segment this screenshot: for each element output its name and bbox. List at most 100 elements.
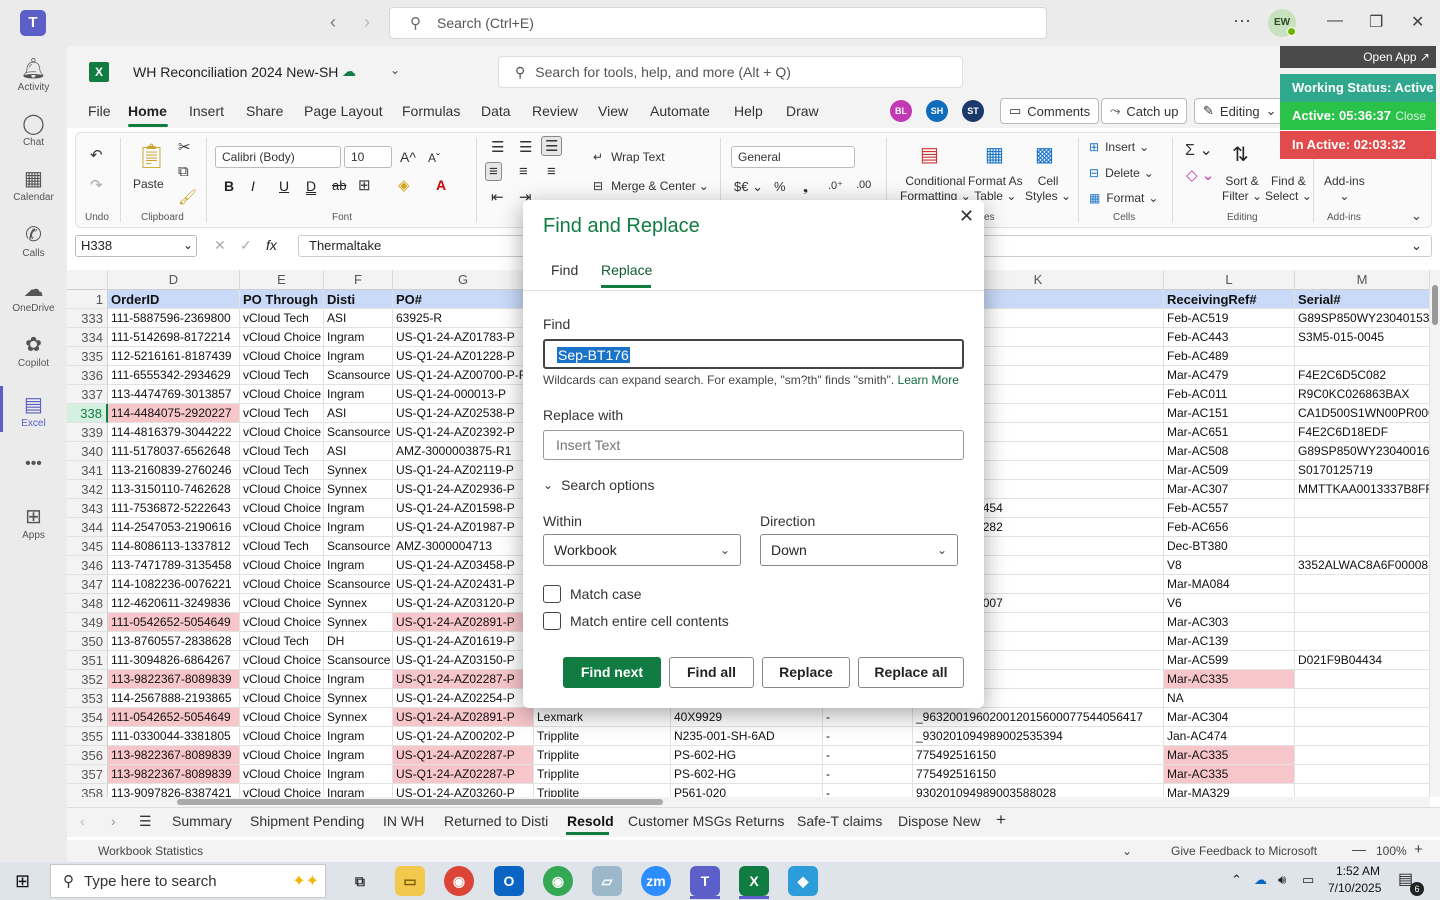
cell-g[interactable]: US-Q1-24-AZ01987-P — [393, 518, 534, 537]
sheet-tab-returned-to-disti[interactable]: Returned to Disti — [444, 813, 548, 829]
tab-formulas[interactable]: Formulas — [402, 103, 460, 119]
column-header[interactable]: M — [1295, 270, 1430, 290]
tab-insert[interactable]: Insert — [189, 103, 224, 119]
row-number[interactable]: 339 — [67, 423, 108, 442]
cell-m[interactable]: F4E2C6D5C082 — [1295, 366, 1430, 385]
cell-f[interactable]: Ingram — [324, 385, 393, 404]
sort-filter-icon[interactable]: ⇅ — [1232, 142, 1249, 167]
cell-k[interactable]: _930201094989002535394 — [913, 727, 1164, 746]
column-header[interactable]: F — [324, 270, 393, 290]
find-select-button[interactable]: Find & Select ⌄ — [1265, 174, 1312, 204]
search-options-toggle[interactable]: ⌄ Search options — [543, 477, 654, 493]
format-as-table-icon[interactable]: ▦ — [985, 142, 1004, 167]
cell-m[interactable] — [1295, 537, 1430, 556]
cell-l[interactable]: Feb-AC443 — [1164, 328, 1295, 347]
row-number[interactable]: 353 — [67, 689, 108, 708]
cell-e[interactable]: vCloud Choice — [240, 499, 324, 518]
cell-d[interactable]: 112-4620611-3249836 — [108, 594, 240, 613]
column-header[interactable]: L — [1164, 270, 1295, 290]
cell-f[interactable]: Synnex — [324, 689, 393, 708]
rail-item-apps[interactable]: ⊞ Apps — [0, 504, 67, 541]
cell-m[interactable] — [1295, 689, 1430, 708]
cell-g[interactable]: US-Q1-24-AZ02891-P — [393, 613, 534, 632]
cell-e[interactable]: vCloud Choice — [240, 518, 324, 537]
rail-item-activity[interactable]: 🔔︎ Activity — [0, 56, 67, 93]
column-header[interactable]: E — [240, 270, 324, 290]
cell-f[interactable]: ASI — [324, 404, 393, 423]
cell-m[interactable] — [1295, 670, 1430, 689]
zoom-level[interactable]: 100% — [1376, 844, 1407, 858]
back-arrow-icon[interactable]: ‹ — [330, 12, 336, 33]
replace-all-button[interactable]: Replace all — [858, 657, 964, 688]
row-number[interactable]: 345 — [67, 537, 108, 556]
tab-share[interactable]: Share — [246, 103, 283, 119]
cell-m[interactable]: 3352ALWAC8A6F00008 — [1295, 556, 1430, 575]
rail-item-chat[interactable]: ◯ Chat — [0, 111, 67, 148]
tab-data[interactable]: Data — [481, 103, 511, 119]
cell-j[interactable]: - — [823, 765, 913, 784]
header-cell[interactable]: Disti — [324, 290, 393, 309]
match-entire-checkbox[interactable] — [543, 612, 561, 630]
cell-m[interactable] — [1295, 727, 1430, 746]
header-cell[interactable]: PO# — [393, 290, 534, 309]
cell-l[interactable]: Feb-AC656 — [1164, 518, 1295, 537]
replace-input[interactable] — [543, 430, 964, 460]
title-chevron-down-icon[interactable]: ⌄ — [390, 63, 400, 77]
cell-l[interactable]: Feb-AC011 — [1164, 385, 1295, 404]
sheet-tab-in-wh[interactable]: IN WH — [383, 813, 424, 829]
cell-e[interactable]: vCloud Choice — [240, 765, 324, 784]
cell-e[interactable]: vCloud Choice — [240, 746, 324, 765]
comments-button[interactable]: ▭ Comments — [1000, 98, 1100, 124]
cell-g[interactable]: US-Q1-24-AZ01598-P — [393, 499, 534, 518]
align-middle-icon[interactable]: ☰ — [519, 138, 532, 156]
cell-f[interactable]: Synnex — [324, 480, 393, 499]
cell-d[interactable]: 111-0542652-5054649 — [108, 613, 240, 632]
header-cell[interactable]: Serial# — [1295, 290, 1430, 309]
cell-d[interactable]: 113-9097826-8387421 — [108, 784, 240, 797]
cell-e[interactable]: vCloud Choice — [240, 575, 324, 594]
sort-filter-button[interactable]: Sort & Filter ⌄ — [1222, 174, 1262, 204]
document-title[interactable]: WH Reconciliation 2024 New-SH — [133, 64, 338, 80]
status-chevron-icon[interactable]: ⌄ — [1122, 844, 1132, 858]
cell-e[interactable]: vCloud Tech — [240, 366, 324, 385]
cell-j[interactable]: - — [823, 784, 913, 797]
cell-e[interactable]: vCloud Tech — [240, 309, 324, 328]
collaborator-avatar[interactable]: SH — [926, 100, 948, 122]
font-color-icon[interactable]: A — [436, 177, 446, 193]
cell-m[interactable]: F4E2C6D18EDF — [1295, 423, 1430, 442]
file-explorer-icon[interactable]: ▭ — [395, 866, 425, 896]
tab-draw[interactable]: Draw — [786, 103, 819, 119]
cell-g[interactable]: US-Q1-24-AZ01228-P — [393, 347, 534, 366]
cell-d[interactable]: 111-0542652-5054649 — [108, 708, 240, 727]
prev-sheet-icon[interactable]: ‹ — [80, 813, 85, 829]
bold-icon[interactable]: B — [224, 178, 234, 194]
cell-h[interactable]: Tripplite — [534, 746, 671, 765]
cell-d[interactable]: 114-2567888-2193865 — [108, 689, 240, 708]
cell-d[interactable]: 111-6555342-2934629 — [108, 366, 240, 385]
number-format-select[interactable]: General — [731, 146, 855, 168]
cell-g[interactable]: US-Q1-24-AZ02891-P — [393, 708, 534, 727]
cell-h[interactable]: Tripplite — [534, 727, 671, 746]
cell-k[interactable]: 775492516150 — [913, 765, 1164, 784]
row-number[interactable]: 357 — [67, 765, 108, 784]
cell-g[interactable]: US-Q1-24-AZ03150-P — [393, 651, 534, 670]
cell-l[interactable]: Feb-AC519 — [1164, 309, 1295, 328]
cell-m[interactable] — [1295, 575, 1430, 594]
cell-m[interactable] — [1295, 746, 1430, 765]
cell-d[interactable]: 113-3150110-7462628 — [108, 480, 240, 499]
find-all-button[interactable]: Find all — [669, 657, 754, 688]
cell-d[interactable]: 111-5887596-2369800 — [108, 309, 240, 328]
row-number[interactable]: 348 — [67, 594, 108, 613]
cell-f[interactable]: Scansource — [324, 537, 393, 556]
copy-icon[interactable]: ⧉ — [178, 163, 189, 180]
cell-m[interactable] — [1295, 613, 1430, 632]
row-number[interactable]: 342 — [67, 480, 108, 499]
cut-icon[interactable]: ✂ — [178, 138, 191, 156]
row-number[interactable]: 343 — [67, 499, 108, 518]
cell-g[interactable]: US-Q1-24-AZ02431-P — [393, 575, 534, 594]
cell-m[interactable] — [1295, 708, 1430, 727]
italic-icon[interactable]: I — [251, 178, 255, 194]
cell-d[interactable]: 111-5142698-8172214 — [108, 328, 240, 347]
cell-f[interactable]: Ingram — [324, 328, 393, 347]
match-case-checkbox[interactable] — [543, 585, 561, 603]
